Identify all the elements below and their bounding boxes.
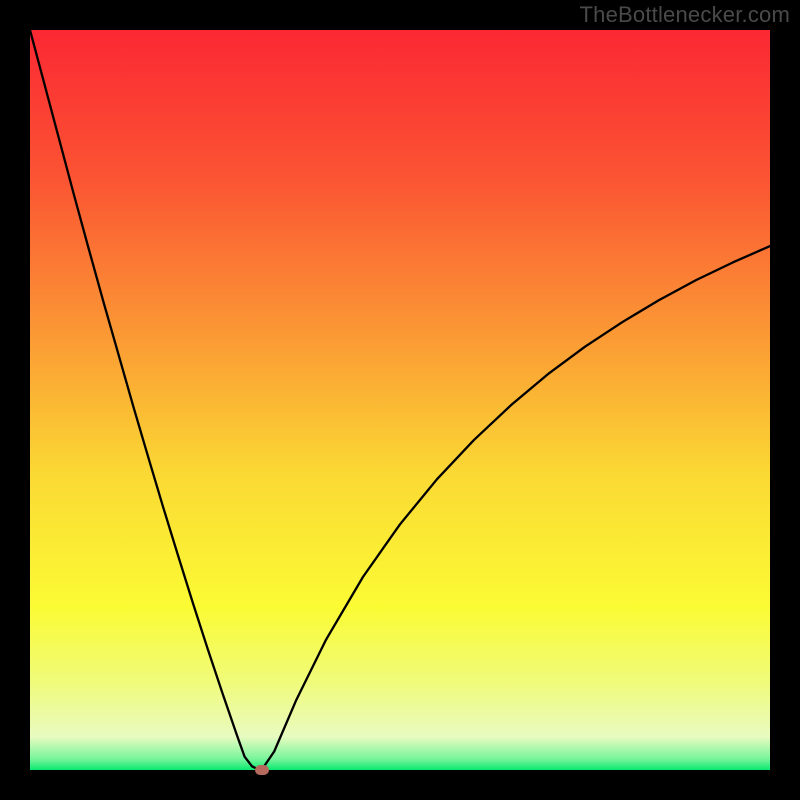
chart-container: TheBottlenecker.com <box>0 0 800 800</box>
watermark-text: TheBottlenecker.com <box>580 2 790 28</box>
bottleneck-curve <box>30 30 770 770</box>
plot-area <box>30 30 770 770</box>
optimum-marker <box>255 765 269 775</box>
